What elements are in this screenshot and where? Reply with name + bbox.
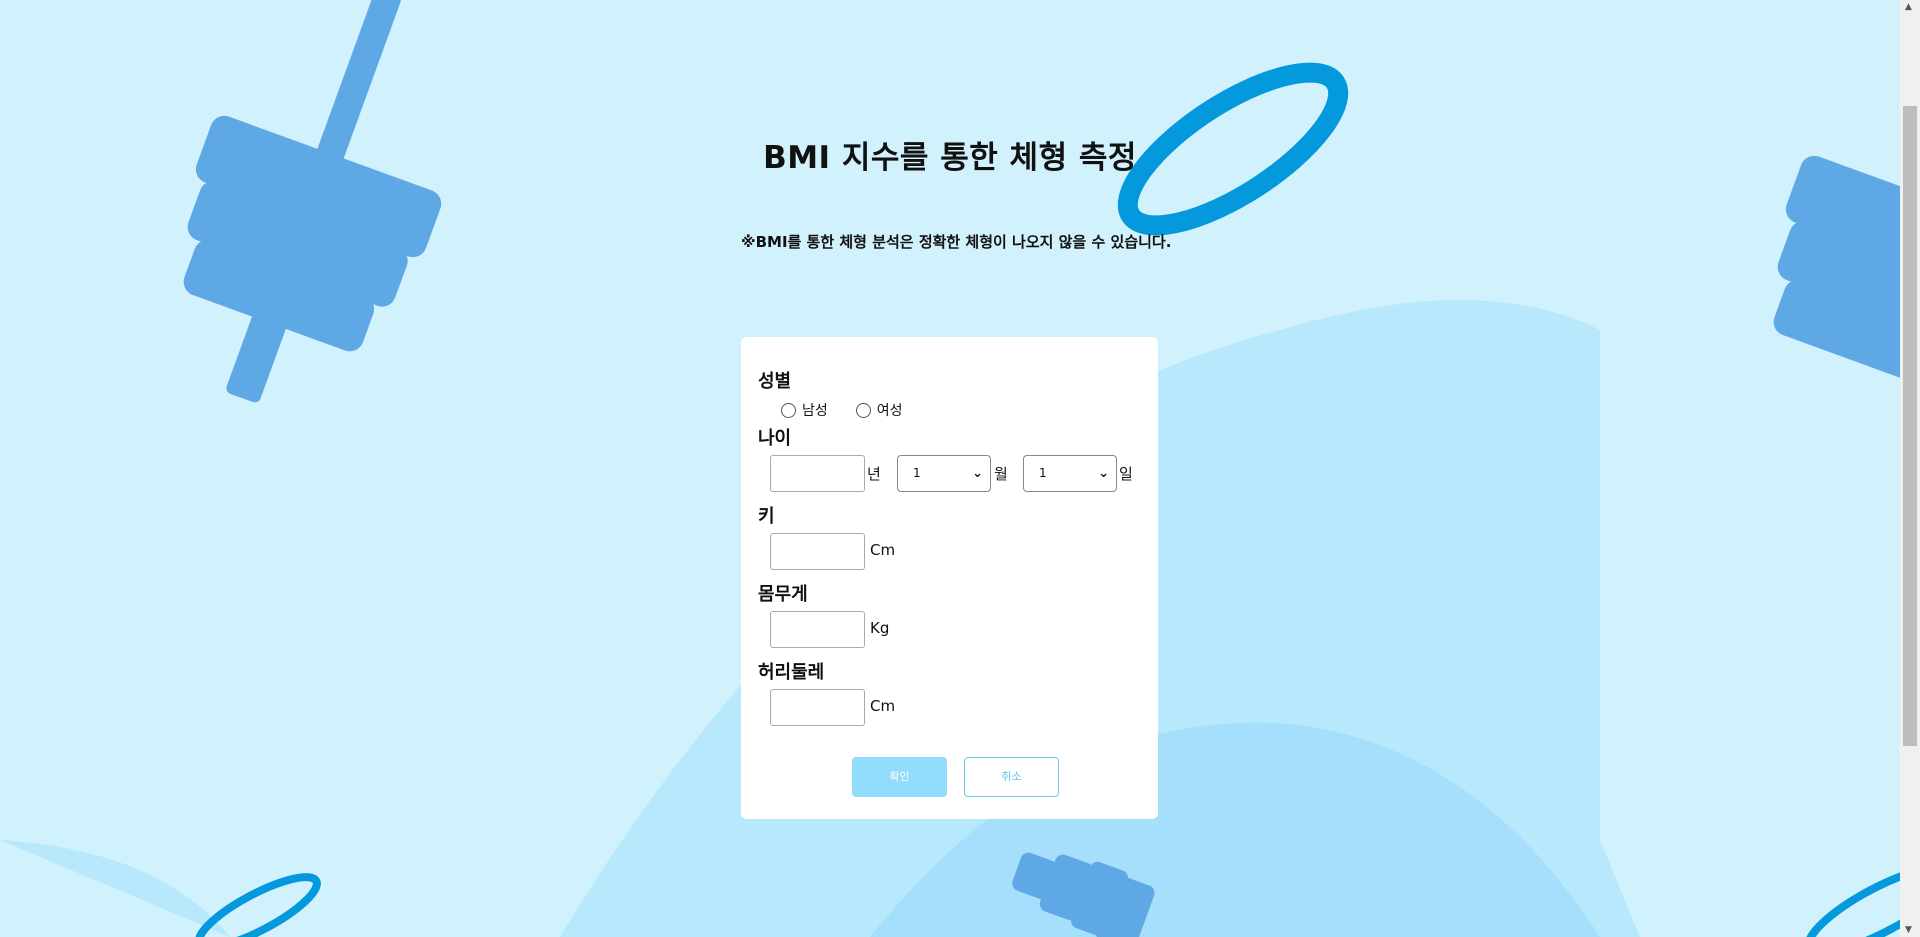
female-label: 여성 <box>876 403 903 419</box>
ring-icon <box>195 873 321 937</box>
cancel-button[interactable]: 취소 <box>964 757 1059 797</box>
notice-text: ※BMI를 통한 체형 분석은 정확한 체형이 나오지 않을 수 있습니다. <box>741 233 1172 251</box>
gender-options: 남성 여성 <box>781 400 931 420</box>
birth-day-value: 1 <box>1039 466 1047 480</box>
male-label: 남성 <box>802 403 828 419</box>
confirm-button[interactable]: 확인 <box>852 757 947 797</box>
height-label: 키 <box>758 506 775 527</box>
scrollbar-thumb[interactable] <box>1903 106 1917 746</box>
waist-input[interactable] <box>770 689 865 726</box>
female-radio[interactable] <box>855 402 871 418</box>
birth-year-input[interactable] <box>770 455 865 492</box>
birth-month-value: 1 <box>913 466 921 480</box>
scroll-up-icon[interactable]: ▲ <box>1905 2 1912 12</box>
year-unit: 년 <box>867 465 881 483</box>
weight-label: 몸무게 <box>758 584 808 605</box>
background-blob-lower <box>0 840 230 937</box>
dumbbell-icon <box>183 0 442 403</box>
chevron-down-icon: ⌄ <box>1098 466 1109 481</box>
birth-month-select[interactable]: 1 ⌄ <box>897 455 991 492</box>
age-label: 나이 <box>758 428 792 449</box>
chevron-down-icon: ⌄ <box>972 466 983 481</box>
page-title: BMI 지수를 통한 체형 측정 <box>763 140 1137 176</box>
bmi-form: 성별 남성 여성 나이 년 1 ⌄ 월 1 ⌄ 일 키 Cm 몸무게 Kg 허리… <box>741 337 1158 819</box>
weight-input[interactable] <box>770 611 865 648</box>
birth-day-select[interactable]: 1 ⌄ <box>1023 455 1117 492</box>
weight-unit: Kg <box>870 619 890 637</box>
day-unit: 일 <box>1119 465 1133 483</box>
height-unit: Cm <box>870 541 896 559</box>
waist-unit: Cm <box>870 697 896 715</box>
height-input[interactable] <box>770 533 865 570</box>
male-radio[interactable] <box>781 402 796 418</box>
gender-label: 성별 <box>758 371 792 392</box>
ring-icon <box>1804 863 1900 937</box>
month-unit: 월 <box>994 465 1008 483</box>
waist-label: 허리둘레 <box>758 662 825 683</box>
vertical-scrollbar[interactable]: ▲ ▼ <box>1900 0 1920 937</box>
scroll-down-icon[interactable]: ▼ <box>1905 925 1912 935</box>
dumbbell-icon <box>1773 155 1900 392</box>
